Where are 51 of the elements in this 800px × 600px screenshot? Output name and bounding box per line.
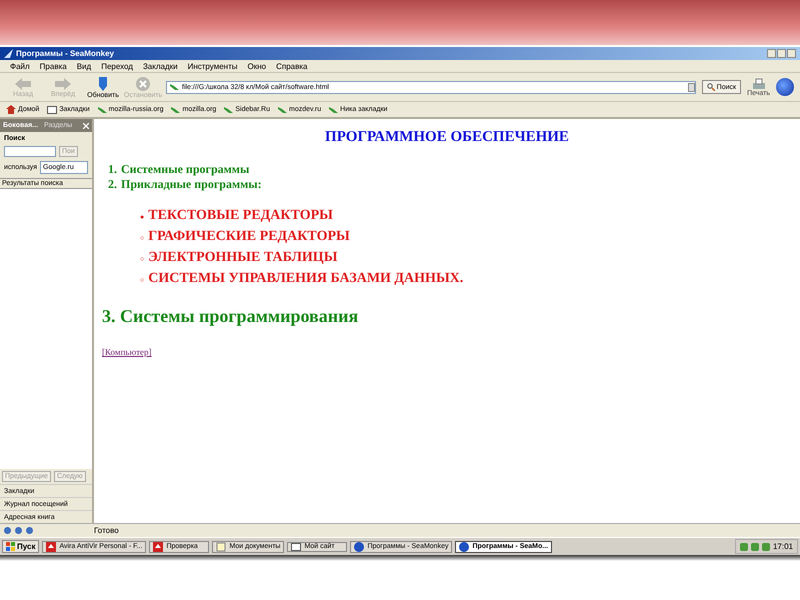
close-button[interactable] bbox=[787, 49, 796, 58]
search-icon bbox=[706, 83, 715, 91]
house-icon bbox=[6, 105, 16, 114]
list-item: ГРАФИЧЕСКИЕ РЕДАКТОРЫ bbox=[148, 228, 350, 246]
menu-item[interactable]: Правка bbox=[40, 62, 67, 70]
list-item: ТЕКСТОВЫЕ РЕДАКТОРЫ bbox=[148, 207, 333, 225]
bookmark-icon bbox=[329, 106, 338, 114]
document-icon bbox=[216, 542, 226, 552]
list-number: 1. bbox=[108, 162, 117, 177]
menu-item[interactable]: Окно bbox=[247, 62, 266, 70]
stop-icon bbox=[135, 76, 151, 92]
forward-arrow-icon bbox=[54, 76, 72, 90]
app-icon bbox=[4, 49, 13, 58]
menu-item[interactable]: Переход bbox=[101, 62, 133, 70]
clock: 17:01 bbox=[772, 542, 793, 551]
menu-item[interactable]: Файл bbox=[10, 62, 30, 70]
folder-icon bbox=[291, 542, 302, 550]
printer-icon bbox=[752, 78, 766, 90]
minimize-button[interactable] bbox=[767, 49, 776, 58]
maximize-button[interactable] bbox=[777, 49, 786, 58]
menu-item[interactable]: Вид bbox=[76, 62, 92, 70]
menu-item[interactable]: Закладки bbox=[142, 62, 178, 70]
logo-icon bbox=[776, 78, 794, 96]
menu-item[interactable]: Справка bbox=[276, 62, 308, 70]
page-link[interactable]: [Компьютер] bbox=[102, 347, 152, 357]
page-heading: ПРОГРАММНОЕ ОБЕСПЕЧЕНИЕ bbox=[324, 129, 570, 146]
bookmark-icon bbox=[170, 83, 179, 91]
list-number: 2. bbox=[108, 177, 117, 192]
umbrella-icon bbox=[46, 542, 56, 552]
close-icon[interactable] bbox=[83, 122, 89, 128]
list-item: ЭЛЕКТРОННЫЕ ТАБЛИЦЫ bbox=[148, 249, 338, 267]
window-title: Программы - SeaMonkey bbox=[16, 49, 115, 58]
reload-icon bbox=[96, 76, 110, 92]
bookmark-icon bbox=[224, 106, 234, 114]
list-item: Системные программы bbox=[121, 162, 250, 177]
globe-icon bbox=[354, 542, 364, 552]
menu-item[interactable]: Инструменты bbox=[188, 62, 238, 70]
start-button[interactable]: Пуск bbox=[2, 540, 40, 553]
search-field[interactable] bbox=[4, 146, 56, 157]
folder-icon bbox=[47, 106, 58, 114]
bookmark-icon bbox=[171, 106, 180, 114]
windows-logo-icon bbox=[6, 542, 15, 551]
bookmark-icon bbox=[278, 106, 287, 114]
list-item: Прикладные программы: bbox=[121, 177, 262, 192]
bookmark-icon bbox=[98, 106, 107, 114]
list-item: СИСТЕМЫ УПРАВЛЕНИЯ БАЗАМИ ДАННЫХ. bbox=[148, 270, 464, 288]
globe-icon bbox=[459, 542, 470, 552]
back-arrow-icon bbox=[14, 76, 32, 90]
section-heading: 3. Системы программирования bbox=[102, 306, 360, 327]
umbrella-icon bbox=[153, 542, 164, 552]
status-text: Готово bbox=[94, 526, 119, 535]
